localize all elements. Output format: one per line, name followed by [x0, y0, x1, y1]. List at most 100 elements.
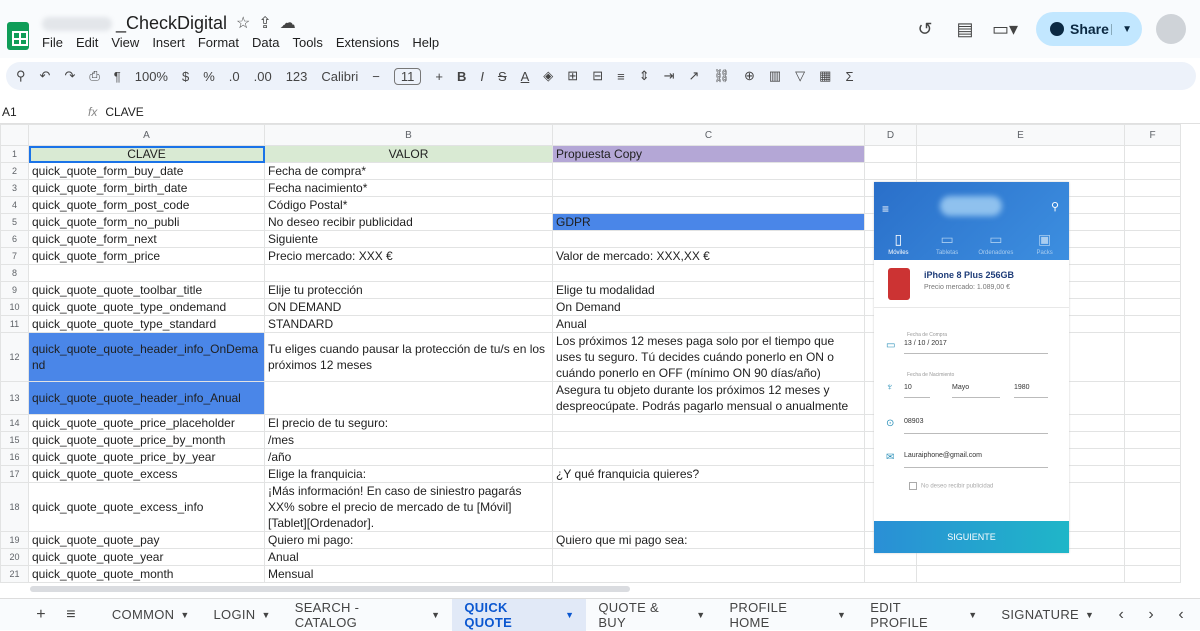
cell[interactable]: On Demand: [552, 298, 865, 316]
cell[interactable]: [1124, 431, 1181, 449]
number-format-button[interactable]: 123: [286, 69, 308, 84]
caret-down-icon[interactable]: ▼: [180, 610, 189, 620]
cell[interactable]: ¿Y qué franquicia quieres?: [552, 465, 865, 483]
decrease-decimal-button[interactable]: .0: [229, 69, 240, 84]
scroll-left-icon[interactable]: ‹: [1106, 606, 1136, 624]
sheet-tab-search-catalog[interactable]: SEARCH - CATALOG ▼: [283, 599, 453, 631]
caret-down-icon[interactable]: ▼: [262, 610, 271, 620]
cell[interactable]: quick_quote_form_birth_date: [28, 179, 265, 197]
cell[interactable]: quick_quote_quote_header_info_Anual: [28, 381, 265, 415]
row-header[interactable]: 16: [0, 448, 29, 466]
sheets-logo-icon[interactable]: [7, 22, 29, 50]
cell[interactable]: Siguiente: [264, 230, 553, 248]
cell[interactable]: [864, 162, 917, 180]
cell[interactable]: [552, 162, 865, 180]
all-sheets-icon[interactable]: ≡: [56, 606, 86, 624]
cell[interactable]: quick_quote_form_post_code: [28, 196, 265, 214]
row-header[interactable]: 7: [0, 247, 29, 265]
text-color-icon[interactable]: A: [521, 69, 530, 84]
caret-down-icon[interactable]: ▼: [1085, 610, 1094, 620]
strikethrough-icon[interactable]: S: [498, 69, 507, 84]
functions-icon[interactable]: Σ: [845, 69, 853, 84]
cell[interactable]: [264, 264, 553, 282]
cell[interactable]: [1124, 548, 1181, 566]
cell[interactable]: [552, 264, 865, 282]
cell[interactable]: quick_quote_quote_pay: [28, 531, 265, 549]
cell[interactable]: Propuesta Copy: [552, 145, 865, 163]
cell[interactable]: No deseo recibir publicidad: [264, 213, 553, 231]
move-icon[interactable]: ⇪: [258, 15, 279, 32]
font-select[interactable]: Calibri: [321, 69, 358, 84]
cell[interactable]: [916, 145, 1125, 163]
cell[interactable]: [1124, 179, 1181, 197]
cell[interactable]: El precio de tu seguro:: [264, 414, 553, 432]
percent-button[interactable]: %: [203, 69, 215, 84]
row-header[interactable]: 8: [0, 264, 29, 282]
cell[interactable]: [552, 431, 865, 449]
align-icon[interactable]: ≡: [617, 69, 625, 84]
row-header[interactable]: 17: [0, 465, 29, 483]
cell[interactable]: [1124, 281, 1181, 299]
cell[interactable]: [552, 565, 865, 583]
increase-decimal-button[interactable]: .00: [254, 69, 272, 84]
cell[interactable]: [1124, 162, 1181, 180]
cell[interactable]: [1124, 196, 1181, 214]
borders-icon[interactable]: ⊞: [567, 68, 578, 84]
cell[interactable]: [916, 565, 1125, 583]
app-mockup-image[interactable]: ≡ ⚲ ▯ Móviles ▭ Tabletas ▭ Ordenadores ▣ Pac…: [874, 182, 1069, 553]
sheet-tab-edit-profile[interactable]: EDIT PROFILE ▼: [858, 599, 989, 631]
cell[interactable]: Fecha de compra*: [264, 162, 553, 180]
row-header[interactable]: 18: [0, 482, 29, 532]
cell[interactable]: [1124, 298, 1181, 316]
valign-icon[interactable]: ⇕: [639, 68, 650, 84]
cell[interactable]: quick_quote_form_no_publi: [28, 213, 265, 231]
wrap-icon[interactable]: ⇥: [664, 68, 675, 84]
cell[interactable]: [916, 162, 1125, 180]
cell[interactable]: GDPR: [552, 213, 865, 231]
cell[interactable]: [552, 448, 865, 466]
row-header[interactable]: 15: [0, 431, 29, 449]
cell[interactable]: [552, 196, 865, 214]
cell[interactable]: [1124, 230, 1181, 248]
cell[interactable]: [1124, 264, 1181, 282]
horizontal-scrollbar[interactable]: [30, 586, 630, 592]
sheet-tab-login[interactable]: LOGIN ▼: [202, 599, 283, 631]
cell[interactable]: Elije tu protección: [264, 281, 553, 299]
link-icon[interactable]: ⛓: [713, 68, 730, 84]
zoom-select[interactable]: 100%: [135, 69, 168, 84]
sheet-tab-common[interactable]: COMMON ▼: [100, 599, 202, 631]
name-box[interactable]: A1: [0, 105, 80, 119]
cell[interactable]: /año: [264, 448, 553, 466]
caret-down-icon[interactable]: ▼: [565, 610, 574, 620]
column-header[interactable]: F: [1124, 124, 1181, 146]
cell[interactable]: Los próximos 12 meses paga solo por el t…: [552, 332, 865, 382]
cell[interactable]: [552, 179, 865, 197]
cell[interactable]: Tu eliges cuando pausar la protección de…: [264, 332, 553, 382]
menu-extensions[interactable]: Extensions: [336, 35, 400, 50]
fill-color-icon[interactable]: ◈: [543, 68, 553, 84]
menu-format[interactable]: Format: [198, 35, 239, 50]
row-header[interactable]: 5: [0, 213, 29, 231]
row-header[interactable]: 10: [0, 298, 29, 316]
cell[interactable]: [1124, 482, 1181, 532]
corner-cell[interactable]: [0, 124, 29, 146]
menu-insert[interactable]: Insert: [152, 35, 185, 50]
avatar[interactable]: [1156, 14, 1186, 44]
cell[interactable]: quick_quote_form_price: [28, 247, 265, 265]
cell[interactable]: Anual: [264, 548, 553, 566]
cell[interactable]: [1124, 145, 1181, 163]
cell[interactable]: STANDARD: [264, 315, 553, 333]
sheet-tab-quick-quote[interactable]: QUICK QUOTE ▼: [452, 598, 587, 631]
cell[interactable]: quick_quote_quote_toolbar_title: [28, 281, 265, 299]
add-sheet-icon[interactable]: +: [26, 606, 56, 624]
collapse-icon[interactable]: ‹: [1166, 606, 1196, 624]
row-header[interactable]: 11: [0, 315, 29, 333]
sheet-tab-profile-home[interactable]: PROFILE HOME ▼: [717, 599, 858, 631]
cell[interactable]: Fecha nacimiento*: [264, 179, 553, 197]
cell[interactable]: [552, 414, 865, 432]
menu-help[interactable]: Help: [412, 35, 439, 50]
cell[interactable]: Mensual: [264, 565, 553, 583]
print-icon[interactable]: ⎙: [89, 68, 99, 84]
row-header[interactable]: 12: [0, 332, 29, 382]
share-button[interactable]: Share ▼: [1036, 12, 1142, 46]
